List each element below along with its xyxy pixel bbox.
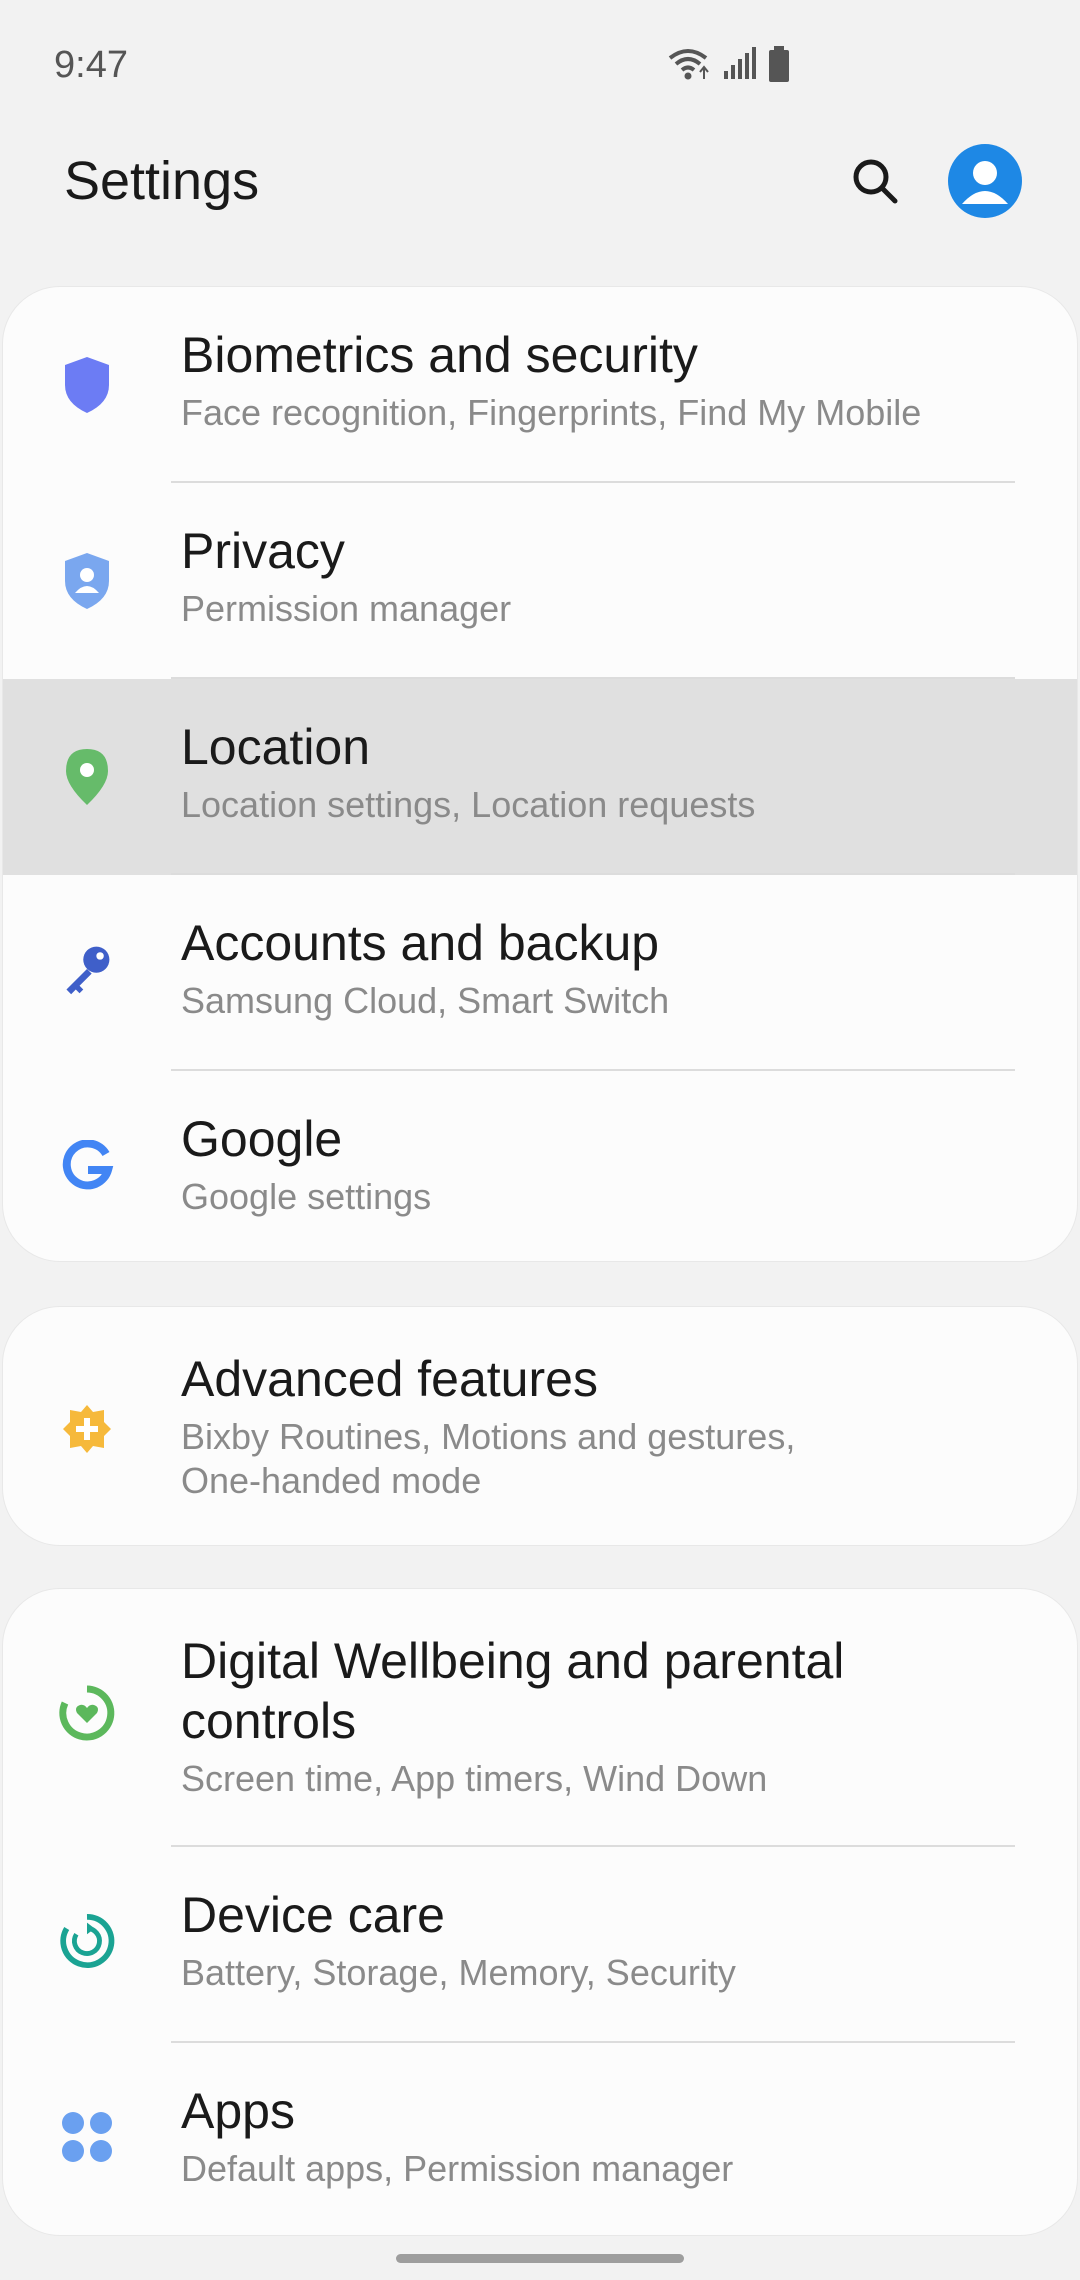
item-subtitle: Samsung Cloud, Smart Switch xyxy=(181,980,670,1021)
item-title: Accounts and backup xyxy=(181,915,660,971)
settings-group-2: Advanced features Bixby Routines, Motion… xyxy=(2,1306,1078,1546)
key-icon xyxy=(59,941,115,997)
item-title: Privacy xyxy=(181,523,345,579)
location-pin-icon xyxy=(59,749,115,805)
item-subtitle: Google settings xyxy=(181,1176,432,1217)
item-title: Biometrics and security xyxy=(181,327,698,383)
status-time: 9:47 xyxy=(54,44,128,86)
setting-google[interactable]: Google Google settings xyxy=(3,1071,1077,1261)
shield-icon xyxy=(59,357,115,413)
app-header: Settings xyxy=(0,130,1080,280)
setting-digital-wellbeing[interactable]: Digital Wellbeing and parental controls … xyxy=(3,1589,1077,1847)
setting-apps[interactable]: Apps Default apps, Permission manager xyxy=(3,2043,1077,2235)
status-icons xyxy=(666,46,790,87)
privacy-shield-icon xyxy=(59,553,115,609)
wifi-icon xyxy=(666,46,710,87)
item-title: Location xyxy=(181,719,371,775)
settings-group-1: Biometrics and security Face recognition… xyxy=(2,286,1078,1262)
profile-avatar[interactable] xyxy=(948,144,1022,218)
puzzle-plus-icon xyxy=(59,1401,115,1457)
battery-icon xyxy=(768,46,790,87)
user-icon xyxy=(948,161,1022,218)
setting-privacy[interactable]: Privacy Permission manager xyxy=(3,483,1077,679)
item-title: Device care xyxy=(181,1887,445,1943)
item-title: Google xyxy=(181,1111,343,1167)
home-indicator[interactable] xyxy=(396,2254,684,2263)
search-icon xyxy=(850,156,900,211)
item-subtitle: Screen time, App timers, Wind Down xyxy=(181,1758,768,1799)
item-title: Advanced features xyxy=(181,1351,598,1407)
page-title: Settings xyxy=(64,151,260,211)
google-icon xyxy=(59,1139,115,1195)
item-subtitle: Bixby Routines, Motions and gestures, On… xyxy=(181,1416,796,1501)
status-bar: 9:47 xyxy=(0,0,1080,130)
item-subtitle: Default apps, Permission manager xyxy=(181,2148,734,2189)
wellbeing-icon xyxy=(59,1685,115,1741)
signal-icon xyxy=(722,47,756,86)
setting-advanced-features[interactable]: Advanced features Bixby Routines, Motion… xyxy=(3,1307,1077,1545)
item-title: Digital Wellbeing and parental controls xyxy=(181,1633,845,1749)
settings-group-3: Digital Wellbeing and parental controls … xyxy=(2,1588,1078,2236)
item-subtitle: Permission manager xyxy=(181,588,512,629)
item-title: Apps xyxy=(181,2083,295,2139)
setting-biometrics-and-security[interactable]: Biometrics and security Face recognition… xyxy=(3,287,1077,483)
search-button[interactable] xyxy=(840,148,910,218)
item-subtitle: Location settings, Location requests xyxy=(181,784,756,825)
setting-accounts-and-backup[interactable]: Accounts and backup Samsung Cloud, Smart… xyxy=(3,875,1077,1071)
device-care-icon xyxy=(59,1913,115,1969)
item-subtitle: Face recognition, Fingerprints, Find My … xyxy=(181,392,922,433)
setting-location[interactable]: Location Location settings, Location req… xyxy=(3,679,1077,875)
item-subtitle: Battery, Storage, Memory, Security xyxy=(181,1952,736,1993)
setting-device-care[interactable]: Device care Battery, Storage, Memory, Se… xyxy=(3,1847,1077,2043)
apps-grid-icon xyxy=(59,2109,115,2165)
